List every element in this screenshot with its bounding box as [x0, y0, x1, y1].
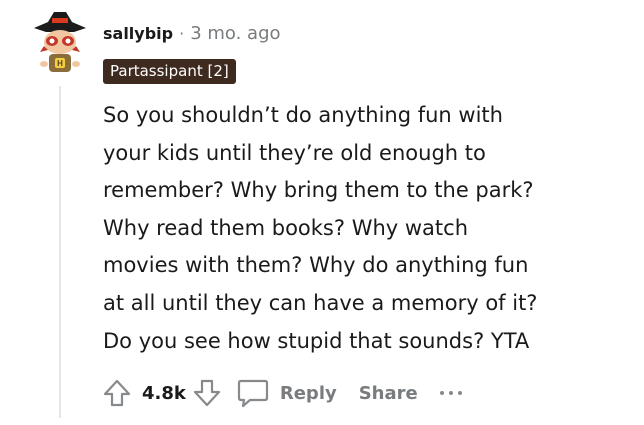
downvote-arrow-icon[interactable]	[190, 376, 224, 410]
comment-body: So you shouldn’t do anything fun with yo…	[103, 97, 623, 360]
comment-header: sallybip · 3 mo. ago	[103, 20, 281, 46]
reply-label: Reply	[279, 382, 337, 404]
comment-line: your kids until they’re old enough to	[103, 140, 486, 165]
comment-actions: 4.8k Reply Share	[100, 375, 462, 411]
avatar[interactable]: H	[32, 8, 88, 76]
timestamp[interactable]: 3 mo. ago	[190, 23, 280, 44]
comment-line: So you shouldn’t do anything fun with	[103, 103, 503, 127]
comment-line: at all until they can have a memory of i…	[103, 290, 538, 315]
thread-line[interactable]	[59, 86, 61, 418]
svg-text:H: H	[57, 59, 63, 68]
share-button[interactable]: Share	[359, 383, 418, 404]
snoo-avatar-hat-icon: H	[34, 12, 86, 72]
more-dots-icon[interactable]	[439, 391, 462, 395]
comment-line: Do you see how stupid that sounds? YTA	[103, 328, 530, 353]
reply-button[interactable]: Reply	[236, 377, 337, 409]
comment-line: remember? Why bring them to the park?	[103, 178, 534, 203]
comment-line: Why read them books? Why watch	[103, 215, 468, 240]
comment: H sallybip · 3 mo. ago Partassipant [2] …	[0, 0, 644, 425]
vote-score: 4.8k	[142, 382, 186, 404]
upvote-arrow-icon[interactable]	[100, 376, 134, 410]
user-flair: Partassipant [2]	[103, 59, 236, 84]
separator-dot: ·	[179, 23, 185, 43]
comment-line: movies with them? Why do anything fun	[103, 253, 529, 278]
username[interactable]: sallybip	[103, 24, 173, 43]
speech-bubble-icon	[237, 379, 268, 408]
